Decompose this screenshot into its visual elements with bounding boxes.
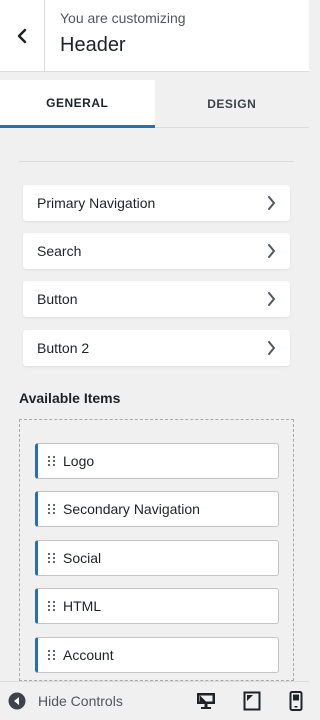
chevron-right-icon — [268, 292, 275, 306]
tab-bar: GENERAL DESIGN — [0, 80, 309, 128]
item-search[interactable]: Search — [23, 233, 290, 269]
collapse-arrow-icon — [8, 692, 26, 710]
item-primary-navigation[interactable]: Primary Navigation — [23, 185, 290, 221]
available-item-label: Logo — [63, 453, 95, 469]
chevron-right-icon — [268, 196, 275, 210]
available-item-label: HTML — [63, 598, 102, 614]
customizer-footer: Hide Controls — [0, 681, 309, 720]
section-title: Header — [60, 34, 126, 56]
available-item-label: Secondary Navigation — [63, 501, 200, 517]
available-items-dropzone[interactable]: Logo Secondary Navigation Social HTML Ac… — [19, 419, 294, 681]
hide-controls-button[interactable]: Hide Controls — [0, 682, 123, 720]
divider — [19, 161, 294, 162]
drag-handle-icon[interactable] — [47, 552, 56, 564]
item-label: Search — [37, 243, 82, 259]
drag-handle-icon[interactable] — [47, 455, 56, 467]
available-item-label: Social — [63, 550, 102, 566]
item-button[interactable]: Button — [23, 281, 290, 317]
desktop-icon[interactable] — [196, 691, 216, 711]
back-button[interactable] — [0, 0, 45, 72]
available-item-social[interactable]: Social — [35, 540, 279, 576]
mobile-icon[interactable] — [289, 691, 303, 711]
tablet-icon[interactable] — [243, 691, 261, 711]
item-label: Button 2 — [37, 340, 90, 356]
available-item-label: Account — [63, 647, 114, 663]
customizer-header: You are customizing Header — [0, 0, 309, 72]
available-items-heading: Available Items — [19, 390, 121, 406]
tab-design[interactable]: DESIGN — [154, 80, 309, 128]
drag-handle-icon[interactable] — [47, 600, 56, 612]
drag-handle-icon[interactable] — [47, 649, 56, 661]
tab-general[interactable]: GENERAL — [0, 80, 155, 128]
chevron-right-icon — [268, 244, 275, 258]
available-item-secondary-navigation[interactable]: Secondary Navigation — [35, 491, 279, 527]
chevron-right-icon — [268, 341, 275, 355]
item-label: Primary Navigation — [37, 195, 156, 211]
chevron-left-icon — [17, 28, 27, 44]
item-label: Button — [37, 291, 78, 307]
available-item-html[interactable]: HTML — [35, 588, 279, 624]
available-item-logo[interactable]: Logo — [35, 443, 279, 479]
drag-handle-icon[interactable] — [47, 503, 56, 515]
customizing-label: You are customizing — [60, 10, 186, 26]
available-item-account[interactable]: Account — [35, 637, 279, 673]
hide-controls-label: Hide Controls — [38, 693, 123, 709]
item-button-2[interactable]: Button 2 — [23, 330, 290, 366]
